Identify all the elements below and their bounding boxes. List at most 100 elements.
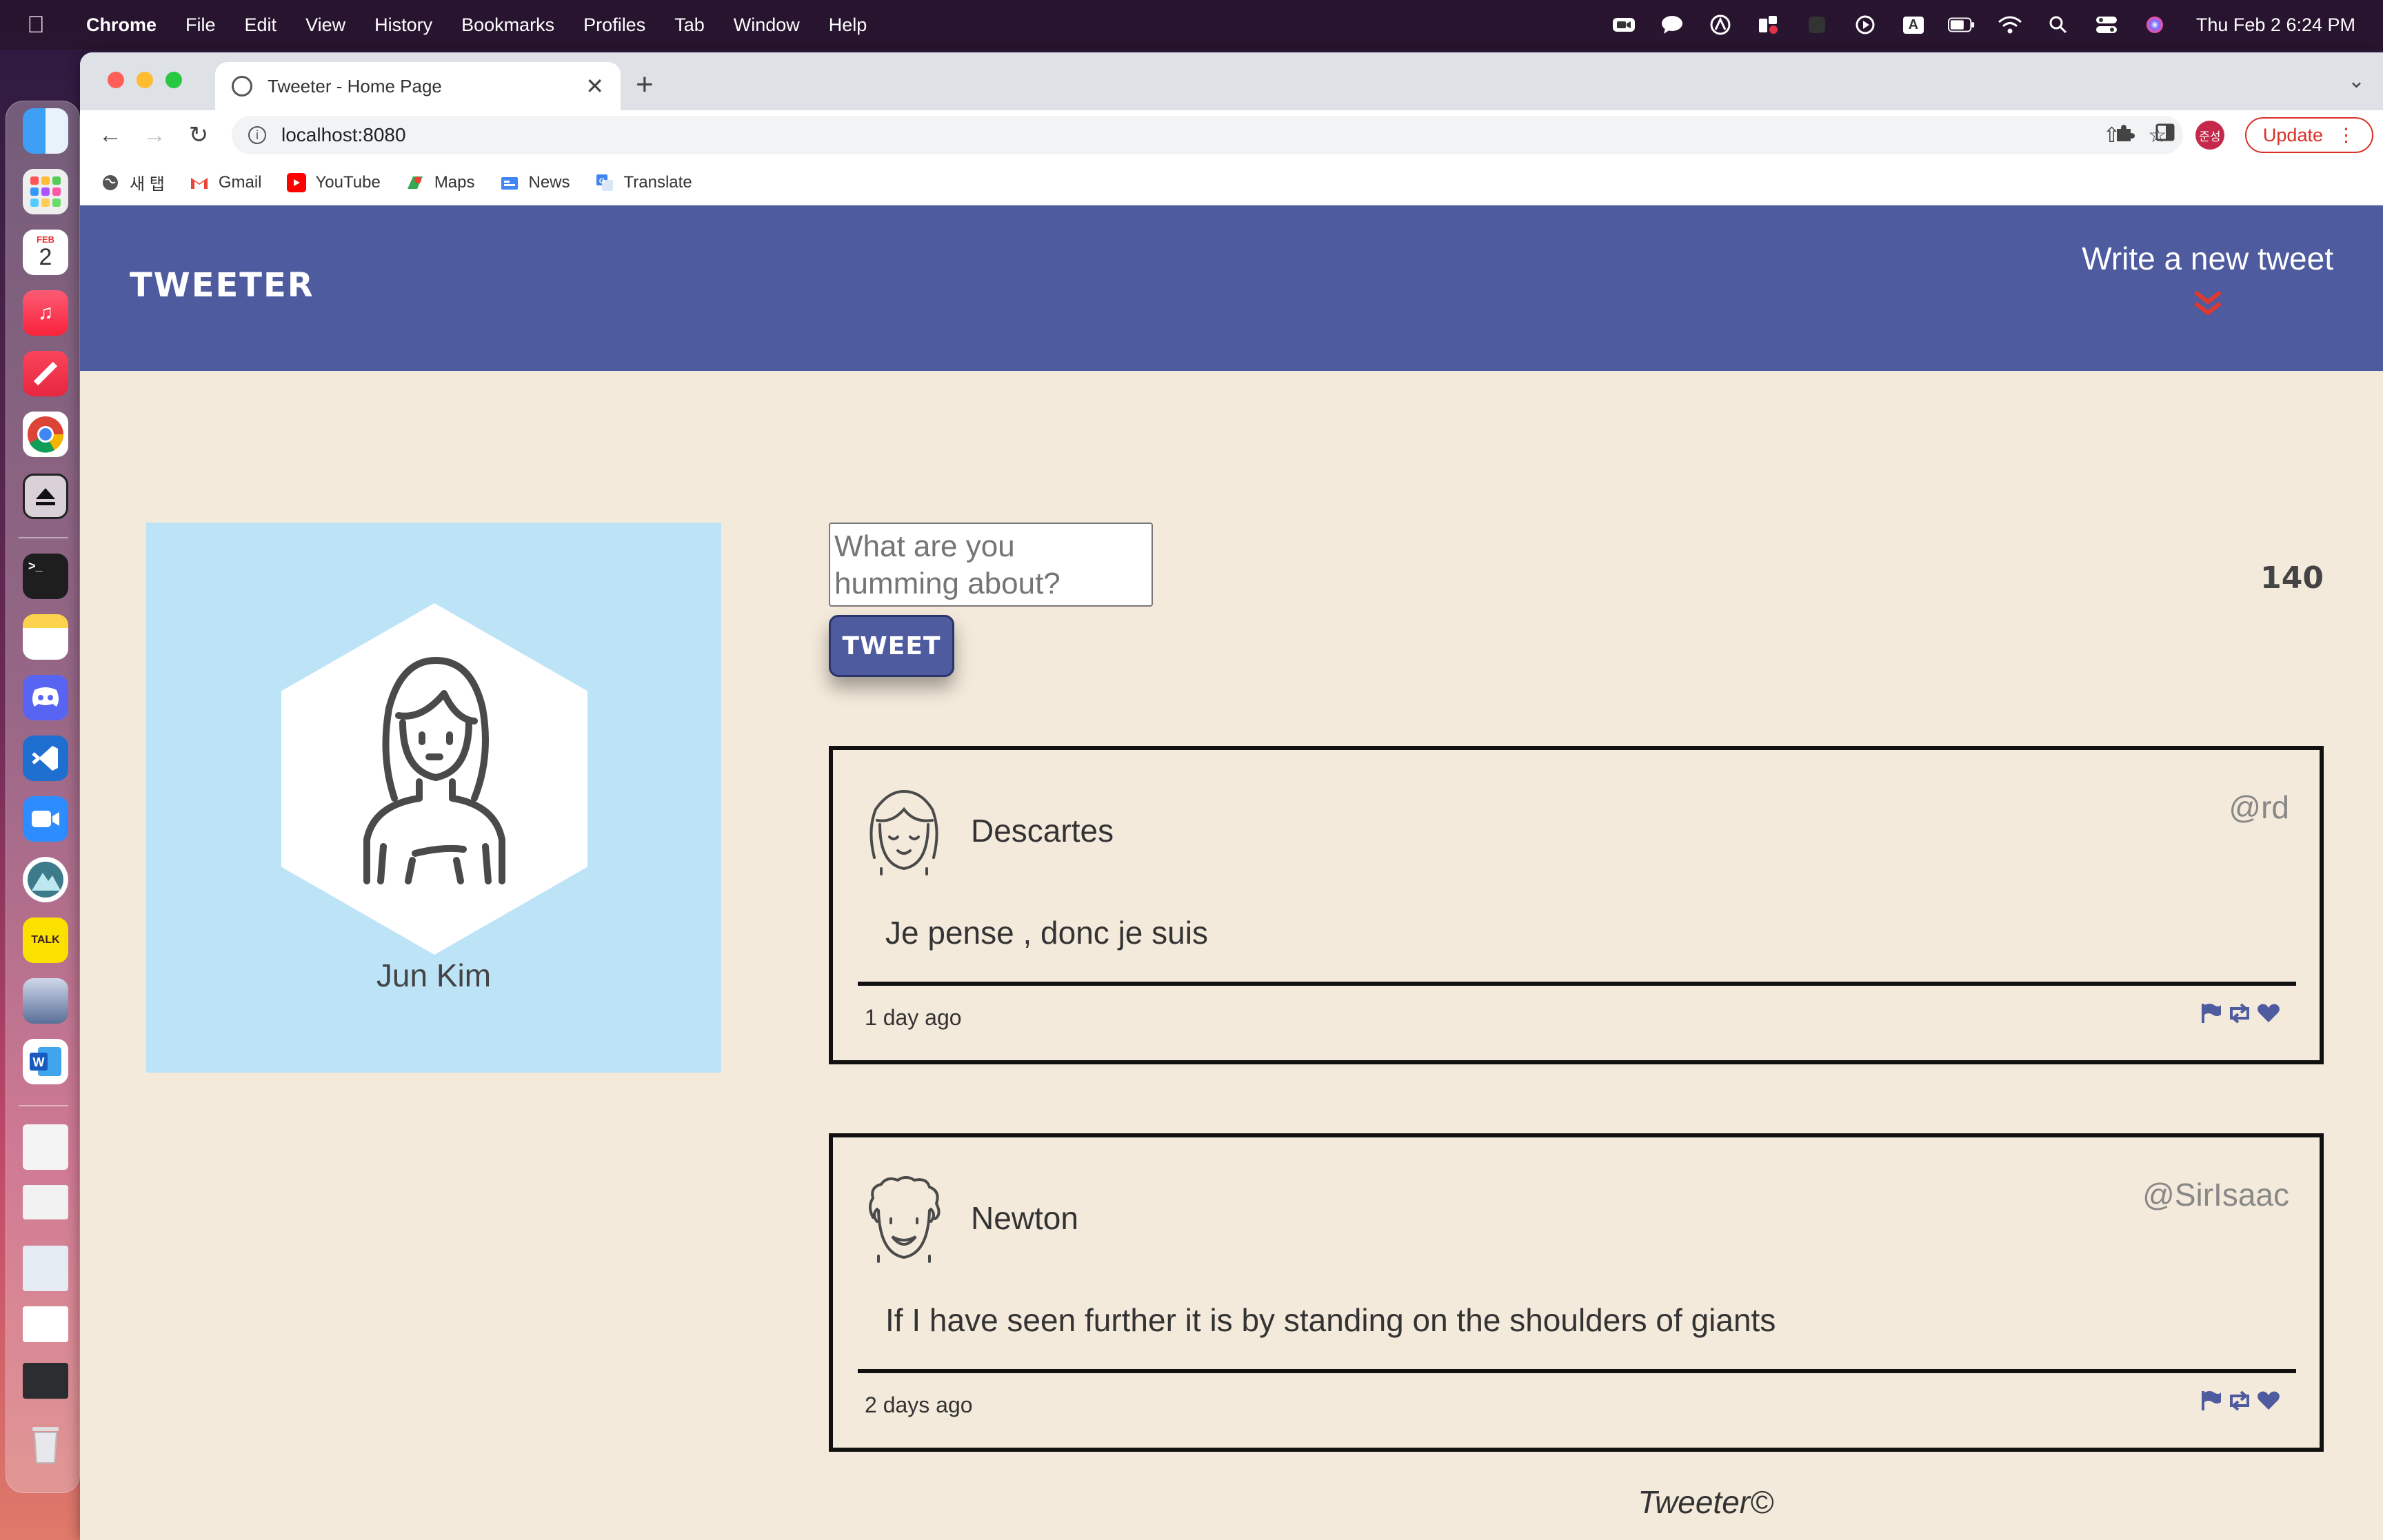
tweet-card: Newton @SirIsaac If I have seen further …	[829, 1133, 2324, 1452]
input-source-icon[interactable]: A	[1900, 14, 1927, 35]
control-center-icon[interactable]	[2093, 14, 2120, 35]
kakaotalk-icon[interactable]: TALK	[23, 918, 68, 963]
notes-icon[interactable]	[23, 614, 68, 660]
vscode-icon[interactable]	[23, 736, 68, 781]
music-icon[interactable]: ♫	[23, 290, 68, 336]
active-tab[interactable]: Tweeter - Home Page ✕	[215, 62, 621, 110]
flag-icon[interactable]	[2198, 1387, 2223, 1415]
dock-separator	[19, 537, 68, 538]
flag-icon[interactable]	[2198, 1000, 2223, 1027]
menu-help[interactable]: Help	[814, 14, 882, 36]
browser-toolbar: ← → ↻ i localhost:8080 ⇧ ☆ 준성 Update ⋮	[80, 110, 2383, 160]
window-minimize-button[interactable]	[137, 72, 153, 88]
app-status-icon[interactable]	[1755, 14, 1782, 35]
window-zoom-button[interactable]	[165, 72, 182, 88]
address-bar[interactable]: i localhost:8080 ⇧ ☆	[232, 116, 2183, 154]
tweet-actions	[2198, 1387, 2281, 1415]
retweet-icon[interactable]	[2227, 1000, 2252, 1027]
site-brand[interactable]: TWEETER	[130, 266, 314, 305]
tweet-author-handle: @SirIsaac	[2142, 1177, 2289, 1213]
bookmark-new-tab[interactable]: 새 탭	[101, 170, 165, 194]
menu-file[interactable]: File	[171, 14, 230, 36]
tab-title: Tweeter - Home Page	[268, 75, 442, 97]
tweet-textarea[interactable]	[829, 523, 1153, 607]
heart-icon[interactable]	[2256, 1000, 2281, 1027]
heart-icon[interactable]	[2256, 1387, 2281, 1415]
zoom-app-icon[interactable]	[23, 796, 68, 842]
trash-icon[interactable]	[23, 1421, 68, 1466]
menu-profiles[interactable]: Profiles	[569, 14, 660, 36]
mountain-app-icon[interactable]	[23, 857, 68, 902]
dark-app-status-icon[interactable]	[1803, 14, 1831, 35]
double-chevron-down-icon	[2082, 290, 2333, 317]
extensions-puzzle-icon[interactable]	[2114, 122, 2135, 148]
tweet-author-handle: @rd	[2229, 789, 2289, 825]
new-tab-plus-icon[interactable]: +	[636, 68, 654, 102]
bookmark-youtube[interactable]: YouTube	[286, 172, 381, 192]
apple-menu-icon[interactable]: 	[0, 12, 72, 39]
wifi-icon[interactable]	[1996, 14, 2024, 35]
browser-window: Tweeter - Home Page ✕ + ⌄ ← → ↻ i localh…	[80, 52, 2383, 1540]
menu-view[interactable]: View	[291, 14, 360, 36]
zoom-status-icon[interactable]	[1610, 14, 1638, 35]
tab-favicon-globe-icon	[232, 76, 252, 97]
tweet-actions	[2198, 1000, 2281, 1027]
spotlight-search-icon[interactable]	[2044, 14, 2072, 35]
tweet-timestamp: 2 days ago	[865, 1392, 973, 1417]
tweet-avatar-icon	[869, 1176, 941, 1263]
discord-window-thumbnail[interactable]	[23, 1363, 68, 1399]
play-status-icon[interactable]	[1851, 14, 1879, 35]
calendar-icon[interactable]: FEB 2	[23, 230, 68, 275]
back-arrow-icon[interactable]: ←	[88, 122, 132, 149]
bookmark-news[interactable]: News	[500, 173, 570, 192]
finder-icon[interactable]	[23, 108, 68, 154]
address-bar-url[interactable]: localhost:8080	[281, 124, 406, 146]
update-button[interactable]: Update ⋮	[2244, 117, 2373, 153]
word-icon[interactable]: W	[23, 1039, 68, 1084]
news-app-icon[interactable]	[23, 351, 68, 396]
bookmark-gmail[interactable]: Gmail	[190, 173, 262, 192]
window-close-button[interactable]	[108, 72, 124, 88]
tab-search-chevron-icon[interactable]: ⌄	[2348, 69, 2365, 93]
profile-avatar[interactable]: 준성	[2195, 121, 2224, 150]
bookmark-maps[interactable]: Maps	[405, 173, 475, 192]
menu-clock[interactable]: Thu Feb 2 6:24 PM	[2189, 14, 2355, 36]
chrome-window-thumbnail-2[interactable]	[23, 1306, 68, 1342]
tweet-card: Descartes @rd Je pense , donc je suis 1 …	[829, 746, 2324, 1064]
chrome-window-thumbnail[interactable]	[23, 1185, 68, 1219]
write-new-tweet-toggle[interactable]: Write a new tweet	[2082, 240, 2333, 317]
menu-history[interactable]: History	[360, 14, 447, 36]
bookmark-translate[interactable]: G Translate	[595, 173, 692, 192]
reload-icon[interactable]: ↻	[177, 121, 221, 149]
terminal-icon[interactable]: >_	[23, 554, 68, 599]
site-footer: Tweeter©	[1638, 1484, 1773, 1520]
menu-tab[interactable]: Tab	[660, 14, 719, 36]
translate-icon: G	[595, 173, 614, 192]
menu-edit[interactable]: Edit	[230, 14, 292, 36]
tweet-submit-button[interactable]: TWEET	[829, 615, 954, 677]
launchpad-icon[interactable]	[23, 169, 68, 214]
preview-app-icon[interactable]	[23, 978, 68, 1024]
eject-app-icon[interactable]	[23, 474, 68, 519]
macos-dock: FEB 2 ♫ >_ TALK W	[6, 101, 80, 1493]
menu-app-name[interactable]: Chrome	[72, 14, 171, 36]
side-panel-icon[interactable]	[2155, 123, 2175, 147]
siri-icon[interactable]	[2141, 14, 2169, 35]
bookmark-label: Maps	[434, 172, 475, 192]
kakao-window-thumbnail[interactable]	[23, 1246, 68, 1291]
chrome-icon[interactable]	[23, 412, 68, 457]
battery-icon[interactable]	[1947, 14, 1975, 35]
forward-arrow-icon[interactable]: →	[132, 122, 177, 149]
maps-icon	[405, 173, 425, 192]
circle-a-status-icon[interactable]	[1707, 14, 1734, 35]
messages-status-icon[interactable]	[1658, 14, 1686, 35]
calendar-day: 2	[39, 244, 52, 270]
site-info-icon[interactable]: i	[248, 126, 266, 144]
menu-window[interactable]: Window	[719, 14, 814, 36]
tab-close-icon[interactable]: ✕	[585, 73, 604, 99]
document-thumbnail[interactable]	[23, 1124, 68, 1170]
discord-icon[interactable]	[23, 675, 68, 720]
menu-bookmarks[interactable]: Bookmarks	[447, 14, 569, 36]
retweet-icon[interactable]	[2227, 1387, 2252, 1415]
calendar-month: FEB	[37, 234, 54, 245]
